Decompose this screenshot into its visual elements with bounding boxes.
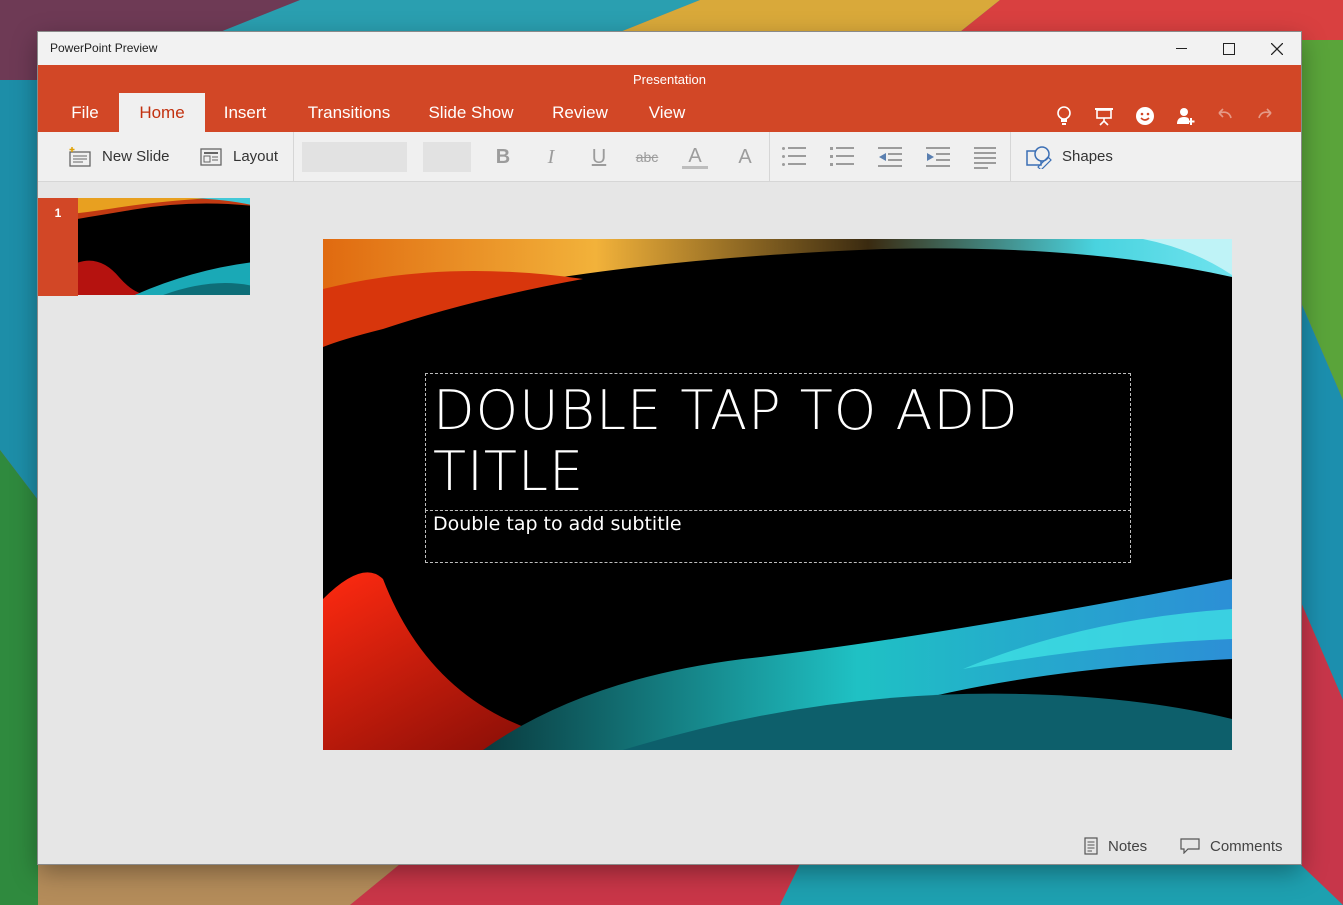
highlight-button[interactable]: A [732,144,758,170]
bullets-icon[interactable] [782,145,806,167]
layout-icon [200,147,222,166]
underline-button[interactable]: U [586,144,612,170]
italic-button[interactable]: I [538,144,564,170]
toolbar-divider [293,132,294,181]
app-window: PowerPoint Preview Presentation File Hom… [38,32,1301,864]
lightbulb-icon[interactable] [1053,105,1075,127]
decrease-indent-icon[interactable] [878,145,902,167]
notes-label: Notes [1108,837,1148,855]
document-title: Presentation [633,72,706,87]
tab-insert[interactable]: Insert [216,93,274,132]
shapes-label: Shapes [1062,148,1113,165]
font-size-box[interactable] [423,142,471,172]
home-toolbar: New Slide Layout B I U abc A A Shapes [38,132,1301,182]
new-slide-label: New Slide [102,148,170,165]
close-button[interactable] [1253,32,1301,65]
layout-button[interactable]: Layout [199,132,278,181]
comments-icon [1180,838,1200,854]
minimize-button[interactable] [1157,32,1205,65]
comments-button[interactable]: Comments [1180,828,1283,864]
comments-label: Comments [1210,837,1283,855]
notes-button[interactable]: Notes [1084,828,1147,864]
maximize-icon [1223,42,1235,55]
strikethrough-button[interactable]: abc [630,144,664,170]
font-color-button[interactable]: A [682,144,708,169]
maximize-button[interactable] [1205,32,1253,65]
minimize-icon [1175,48,1187,49]
slide-thumbnail-image [78,198,250,295]
share-person-icon[interactable] [1175,105,1197,127]
new-slide-icon [69,146,91,167]
tab-view[interactable]: View [641,93,693,132]
slide-number: 1 [38,198,78,296]
tab-home[interactable]: Home [119,93,205,132]
smiley-icon[interactable] [1134,105,1156,127]
layout-label: Layout [233,148,279,165]
tab-transitions[interactable]: Transitions [301,93,397,132]
undo-icon[interactable] [1214,105,1236,127]
app-title: PowerPoint Preview [50,41,158,55]
notes-icon [1084,837,1098,855]
subtitle-placeholder[interactable]: Double tap to add subtitle [425,510,1131,563]
highlight-glyph: A [738,146,752,168]
tab-review[interactable]: Review [546,93,614,132]
title-bar: PowerPoint Preview [38,32,1301,66]
shapes-button[interactable]: Shapes [1026,132,1113,181]
numbering-icon[interactable] [830,145,854,167]
ribbon-header: Presentation File Home Insert Transition… [38,65,1301,132]
toolbar-divider [769,132,770,181]
tab-slide-show[interactable]: Slide Show [424,93,518,132]
increase-indent-icon[interactable] [926,145,950,167]
redo-icon[interactable] [1254,105,1276,127]
tab-file[interactable]: File [64,93,106,132]
subtitle-placeholder-text: Double tap to add subtitle [433,513,682,535]
slide-thumbnail[interactable]: 1 [38,198,250,296]
font-name-box[interactable] [302,142,407,172]
present-icon[interactable] [1093,105,1115,127]
toolbar-divider [1010,132,1011,181]
align-icon[interactable] [974,145,998,169]
slide-canvas[interactable]: DOUBLE TAP TO ADD TITLE Double tap to ad… [323,239,1232,750]
bold-button[interactable]: B [490,144,516,170]
close-icon [1271,42,1283,55]
shapes-icon [1026,145,1052,169]
title-placeholder-text: DOUBLE TAP TO ADD TITLE [433,379,1019,503]
new-slide-button[interactable]: New Slide [68,132,170,181]
title-placeholder[interactable]: DOUBLE TAP TO ADD TITLE [425,373,1131,511]
